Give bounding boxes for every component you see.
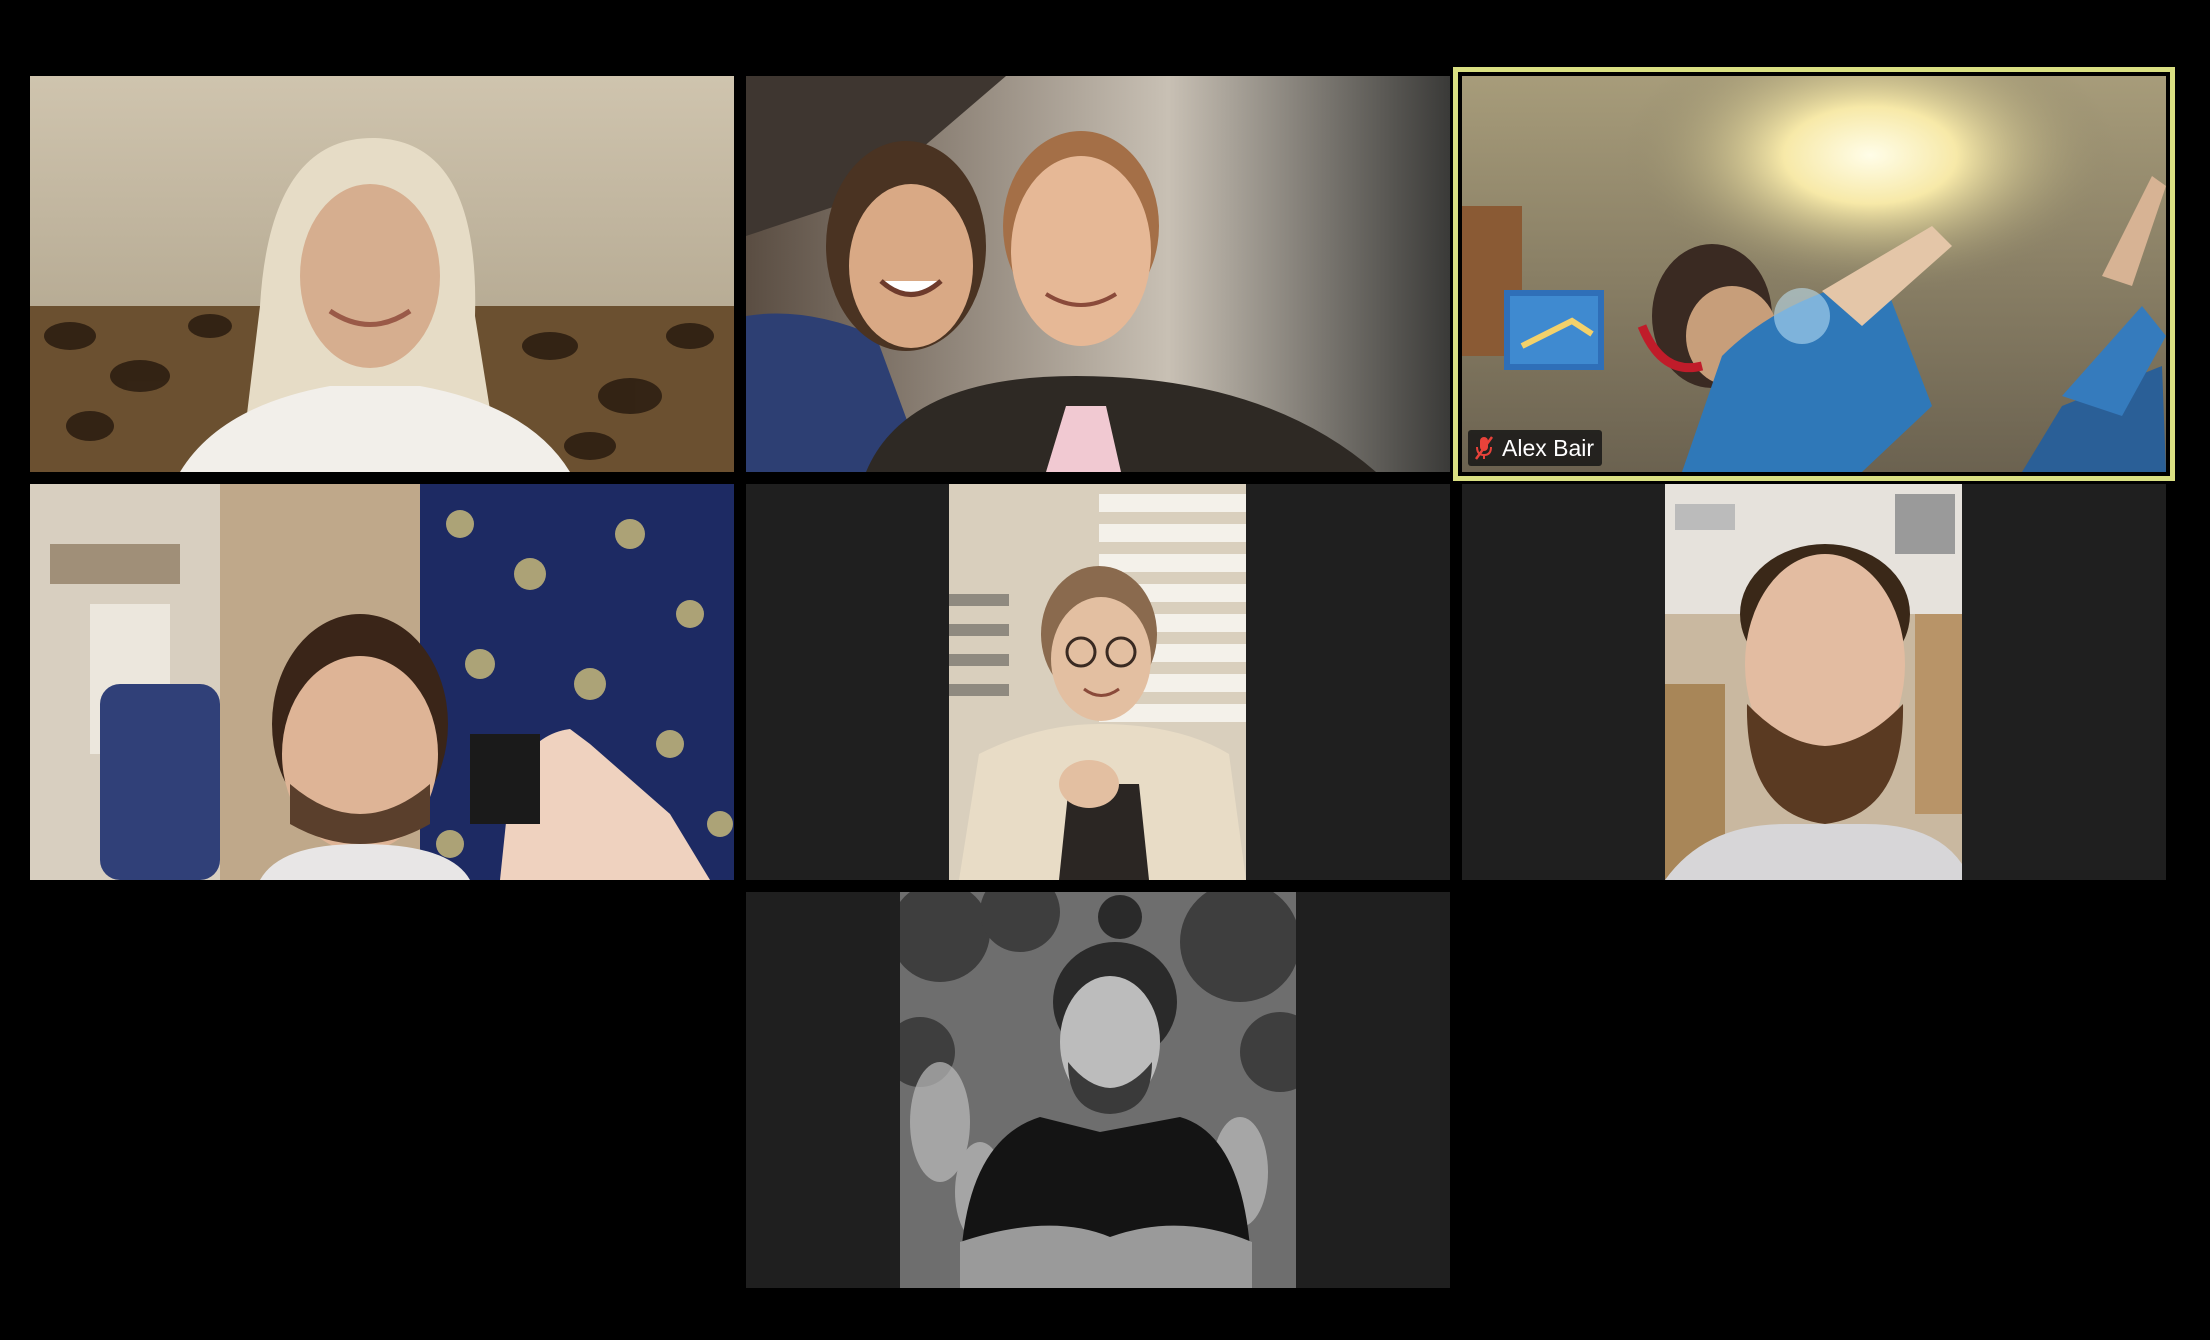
participant-video <box>746 76 1450 472</box>
video-frame <box>1665 484 1962 880</box>
participant-video-tile[interactable] <box>1462 484 2166 880</box>
participant-name: Alex Bair <box>1502 434 1595 461</box>
participant-video <box>949 484 1246 880</box>
participant-video <box>30 76 734 472</box>
participant-video-tile[interactable] <box>746 76 1450 472</box>
participant-video-tile-active-speaker[interactable]: Alex Bair <box>1453 67 2175 481</box>
video-frame <box>30 76 734 472</box>
video-frame <box>30 484 734 880</box>
participant-name-tag: Alex Bair <box>1468 430 1603 466</box>
video-frame <box>746 76 1450 472</box>
video-frame <box>1462 76 2166 472</box>
participant-video <box>30 484 734 880</box>
participant-video <box>900 892 1296 1288</box>
participant-video-tile[interactable] <box>746 484 1450 880</box>
participant-video <box>1462 76 2166 472</box>
participant-video <box>1665 484 1962 880</box>
gallery-view: Alex Bair <box>0 0 2210 1340</box>
participant-video-tile[interactable] <box>30 484 734 880</box>
participant-video-tile[interactable] <box>30 76 734 472</box>
mic-muted-icon <box>1474 436 1494 460</box>
participant-video-tile[interactable] <box>746 892 1450 1288</box>
video-frame <box>949 484 1246 880</box>
video-frame <box>900 892 1296 1288</box>
